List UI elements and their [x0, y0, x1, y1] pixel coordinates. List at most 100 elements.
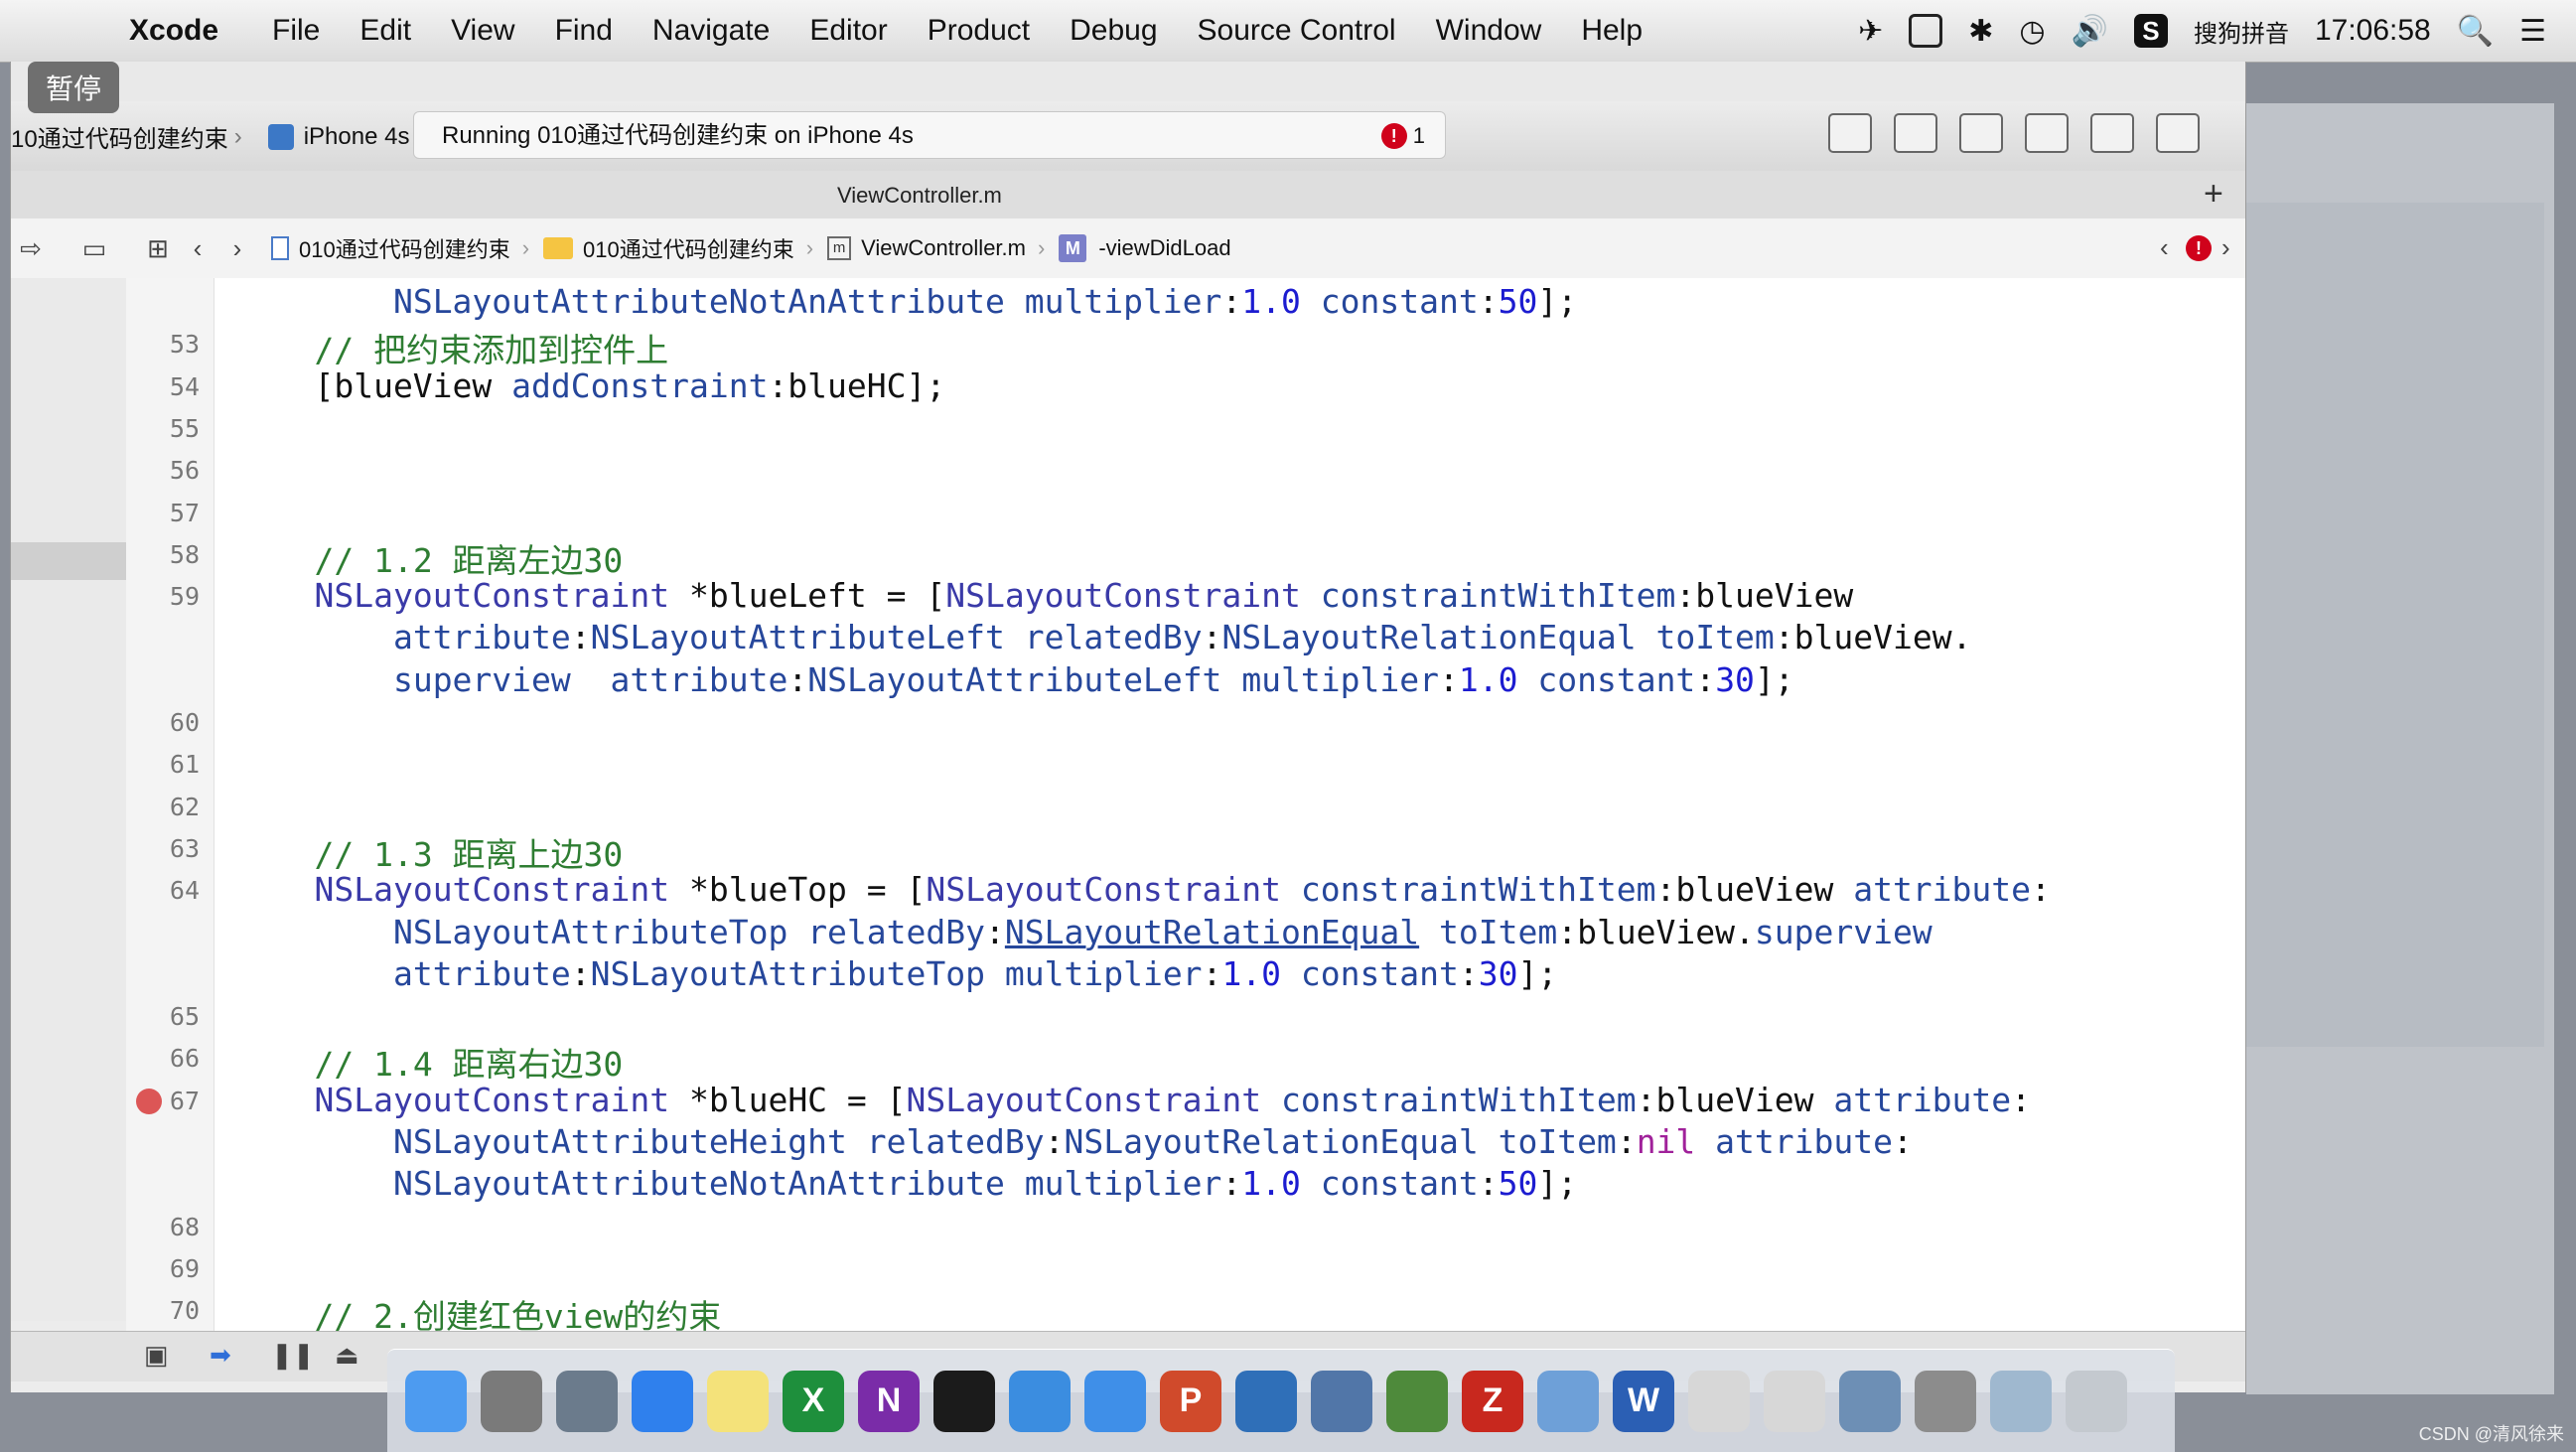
breadcrumb-file[interactable]: m ViewController.m ›: [827, 235, 1045, 261]
finder-icon[interactable]: [405, 1370, 467, 1432]
onenote-icon[interactable]: N: [858, 1370, 920, 1432]
issue-error-icon[interactable]: !: [2186, 235, 2212, 261]
menu-source-control[interactable]: Source Control: [1198, 14, 1396, 48]
word-icon[interactable]: W: [1613, 1370, 1674, 1432]
menu-file[interactable]: File: [272, 14, 320, 48]
prev-issue-icon[interactable]: ‹: [2160, 232, 2169, 263]
volume-icon[interactable]: 🔊: [2072, 14, 2108, 49]
screenflow-icon[interactable]: [1311, 1370, 1372, 1432]
line-number-gutter[interactable]: 53545556575859606162636465666768697071: [126, 278, 215, 1331]
preview-icon[interactable]: [1839, 1370, 1901, 1432]
xcode-icon[interactable]: [1009, 1370, 1071, 1432]
breadcrumb-group[interactable]: 010通过代码创建约束 ›: [543, 232, 813, 264]
menu-edit[interactable]: Edit: [359, 14, 411, 48]
line-number[interactable]: 53: [170, 330, 200, 359]
code-token: NSLayoutAttributeHeight: [392, 1122, 847, 1161]
line-number[interactable]: 56: [170, 456, 200, 485]
line-number[interactable]: 68: [170, 1213, 200, 1241]
time-machine-icon[interactable]: ◷: [2019, 14, 2045, 49]
sogou-input-icon[interactable]: S: [2133, 14, 2168, 48]
line-number[interactable]: 60: [170, 708, 200, 737]
safari-icon[interactable]: [632, 1370, 693, 1432]
line-number[interactable]: 62: [170, 793, 200, 821]
bluetooth-icon[interactable]: ✱: [1968, 14, 1993, 49]
step-out-icon[interactable]: ⏏: [335, 1340, 359, 1371]
input-method-label[interactable]: 搜狗拼音: [2194, 14, 2289, 49]
clock[interactable]: 17:06:58: [2315, 14, 2431, 48]
code-token: NSLayoutConstraint: [926, 870, 1282, 910]
comment-icon[interactable]: ▭: [74, 233, 114, 264]
related-items-icon[interactable]: ⇨: [11, 233, 51, 264]
line-number[interactable]: 67: [170, 1087, 200, 1115]
tab-viewcontroller-m[interactable]: ViewController.m: [837, 183, 1002, 209]
launchpad-icon[interactable]: [556, 1370, 618, 1432]
menu-debug[interactable]: Debug: [1070, 14, 1157, 48]
downloads-icon[interactable]: [1990, 1370, 2052, 1432]
error-indicator[interactable]: ! 1: [1380, 112, 1425, 160]
line-number[interactable]: 64: [170, 876, 200, 905]
menu-find[interactable]: Find: [555, 14, 613, 48]
disk-utility-icon[interactable]: [1915, 1370, 1976, 1432]
breadcrumb-method[interactable]: M -viewDidLoad: [1059, 234, 1231, 262]
notification-center-icon[interactable]: ☰: [2519, 14, 2546, 49]
xcode-hammer-icon[interactable]: [1537, 1370, 1599, 1432]
text-editor-icon[interactable]: [1764, 1370, 1825, 1432]
menu-navigate[interactable]: Navigate: [652, 14, 770, 48]
line-number[interactable]: 54: [170, 372, 200, 401]
menu-xcode[interactable]: Xcode: [129, 14, 218, 48]
menu-help[interactable]: Help: [1581, 14, 1643, 48]
line-number[interactable]: 57: [170, 499, 200, 527]
forward-chevron-icon[interactable]: ›: [217, 233, 257, 264]
line-number[interactable]: 70: [170, 1296, 200, 1325]
toggle-utilities-button[interactable]: [2156, 113, 2200, 153]
terminal-icon[interactable]: [933, 1370, 995, 1432]
back-chevron-icon[interactable]: ‹: [178, 233, 217, 264]
system-preferences-icon[interactable]: [481, 1370, 542, 1432]
next-issue-icon[interactable]: ›: [2221, 232, 2230, 263]
notes-icon[interactable]: [707, 1370, 769, 1432]
breadcrumb-project[interactable]: 010通过代码创建约束 ›: [271, 232, 529, 264]
trash-icon[interactable]: [2066, 1370, 2127, 1432]
menu-product[interactable]: Product: [928, 14, 1030, 48]
line-number[interactable]: 58: [170, 540, 200, 569]
hide-debug-area-icon[interactable]: ▣: [144, 1340, 169, 1371]
window-titlebar: [11, 62, 2245, 101]
standard-editor-button[interactable]: [1828, 113, 1872, 153]
code-token: 30: [1715, 659, 1755, 699]
excel-icon[interactable]: X: [783, 1370, 844, 1432]
error-marker-icon[interactable]: [136, 1088, 162, 1114]
code-token: *blueLeft = [: [669, 576, 946, 616]
add-tab-button[interactable]: +: [2204, 175, 2223, 214]
scheme-selector[interactable]: 10通过代码创建约束 › iPhone 4s: [11, 119, 409, 154]
code-token: relatedBy: [807, 912, 985, 951]
source-editor[interactable]: 53545556575859606162636465666768697071 N…: [126, 278, 2245, 1331]
line-number[interactable]: 65: [170, 1002, 200, 1031]
line-number[interactable]: 66: [170, 1044, 200, 1073]
font-book-icon[interactable]: [1688, 1370, 1750, 1432]
line-number[interactable]: 69: [170, 1254, 200, 1283]
assistant-editor-button[interactable]: [1894, 113, 1937, 153]
line-number[interactable]: 55: [170, 414, 200, 443]
folder-icon[interactable]: [1084, 1370, 1146, 1432]
screen-record-icon[interactable]: [1909, 14, 1943, 48]
line-number[interactable]: 63: [170, 834, 200, 863]
menu-view[interactable]: View: [451, 14, 514, 48]
breakpoints-toggle-icon[interactable]: ➡: [210, 1340, 231, 1371]
line-number[interactable]: 61: [170, 750, 200, 779]
menu-window[interactable]: Window: [1436, 14, 1542, 48]
airplane-icon[interactable]: ✈: [1858, 14, 1883, 49]
powerpoint-icon[interactable]: P: [1160, 1370, 1221, 1432]
instruments-icon[interactable]: [1235, 1370, 1297, 1432]
menu-editor[interactable]: Editor: [809, 14, 887, 48]
network-icon[interactable]: [1386, 1370, 1448, 1432]
toggle-debug-area-button[interactable]: [2090, 113, 2134, 153]
grid-icon[interactable]: ⊞: [138, 233, 178, 264]
pause-icon[interactable]: ❚❚: [271, 1340, 315, 1371]
code-line: attribute:NSLayoutAttributeLeft relatedB…: [235, 618, 1972, 656]
filezilla-icon[interactable]: Z: [1462, 1370, 1523, 1432]
toggle-navigator-button[interactable]: [2025, 113, 2069, 153]
version-editor-button[interactable]: [1959, 113, 2003, 153]
line-number[interactable]: 59: [170, 582, 200, 611]
spotlight-search-icon[interactable]: 🔍: [2457, 14, 2494, 49]
